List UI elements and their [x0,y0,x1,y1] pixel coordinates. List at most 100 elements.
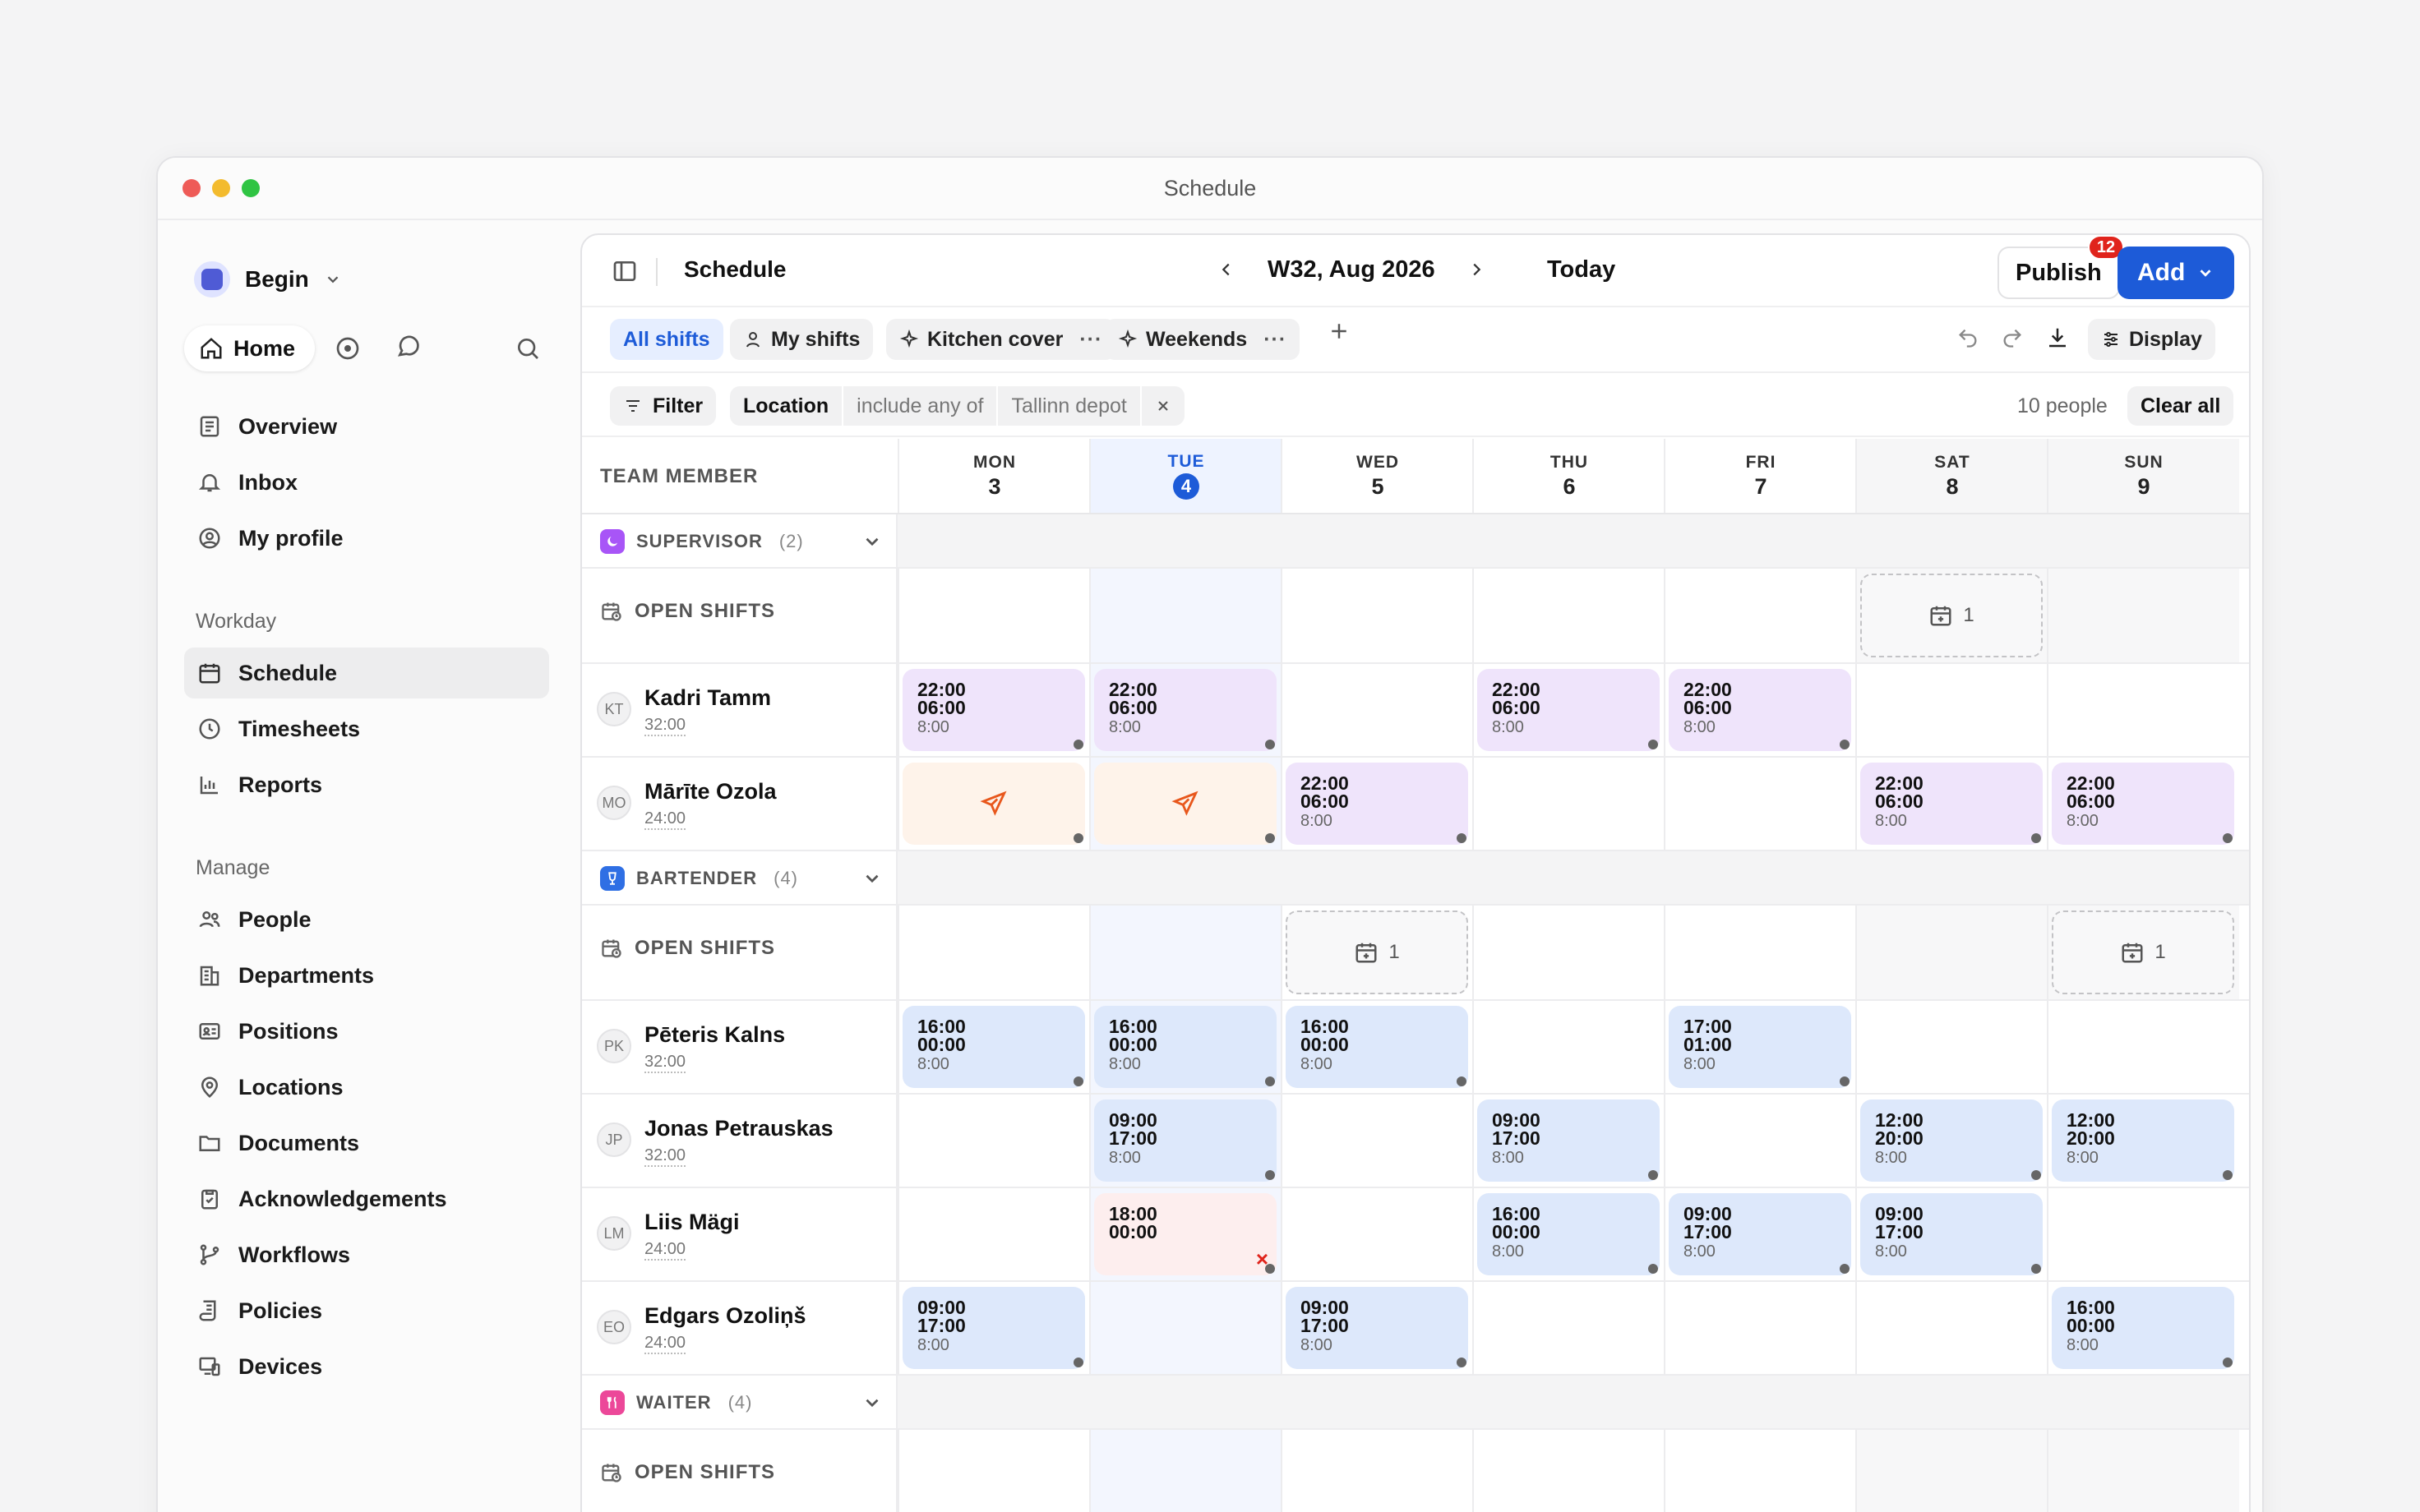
resize-handle[interactable] [1840,1076,1850,1086]
resize-handle[interactable] [1648,1264,1658,1274]
person-info[interactable]: EO Edgars Ozoliņš 24:00 [597,1303,806,1354]
undo-icon[interactable] [1956,326,1979,349]
resize-handle[interactable] [2223,1358,2233,1367]
resize-handle[interactable] [1265,833,1275,843]
shift-card[interactable]: 09:00 17:00 8:00 [1286,1287,1468,1369]
sidebar-item-timesheets[interactable]: Timesheets [184,703,549,754]
shift-card[interactable]: 16:00 00:00 8:00 [1286,1006,1468,1088]
sidebar-item-my-profile[interactable]: My profile [184,513,549,564]
shift-card[interactable]: 22:00 06:00 8:00 [1286,763,1468,845]
day-header-thu[interactable]: THU 6 [1472,439,1665,513]
shift-card[interactable]: 09:00 17:00 8:00 [1477,1099,1660,1182]
resize-handle[interactable] [2031,833,2041,843]
minimize-window-button[interactable] [212,179,230,197]
sidebar-item-departments[interactable]: Departments [184,950,549,1001]
filter-field[interactable]: Location [730,394,842,418]
sidebar-item-people[interactable]: People [184,894,549,945]
home-button[interactable]: Home [184,325,316,371]
resize-handle[interactable] [1265,740,1275,749]
tab-kitchen-more-icon[interactable]: ··· [1079,328,1102,352]
tab-my-shifts[interactable]: My shifts [730,319,874,360]
shift-card[interactable]: 12:00 20:00 8:00 [1860,1099,2043,1182]
chevron-down-icon[interactable] [861,868,883,889]
resize-handle[interactable] [1265,1076,1275,1086]
shift-card[interactable]: 22:00 06:00 8:00 [1477,669,1660,751]
resize-handle[interactable] [1457,1076,1466,1086]
download-icon[interactable] [2045,325,2070,350]
shift-card[interactable]: 22:00 06:00 8:00 [2052,763,2234,845]
shift-card[interactable]: 09:00 17:00 8:00 [1094,1099,1277,1182]
chevron-down-icon[interactable] [861,531,883,552]
chevron-down-icon[interactable] [861,1392,883,1413]
clear-all-button[interactable]: Clear all [2127,386,2234,426]
open-shift-slot[interactable]: 1 [2052,910,2234,994]
search-icon[interactable] [513,334,543,363]
resize-handle[interactable] [2031,1170,2041,1180]
maximize-window-button[interactable] [242,179,260,197]
add-button[interactable]: Add [2118,247,2235,299]
sidebar-item-positions[interactable]: Positions [184,1006,549,1057]
day-header-tue[interactable]: TUE 4 [1089,439,1282,513]
remove-filter-button[interactable] [1139,386,1185,426]
resize-handle[interactable] [2223,833,2233,843]
resize-handle[interactable] [1074,833,1083,843]
sidebar-item-schedule[interactable]: Schedule [184,648,549,698]
tab-kitchen-cover[interactable]: Kitchen cover ··· [886,319,1116,360]
filter-button[interactable]: Filter [610,386,717,426]
person-info[interactable]: MO Mārīte Ozola 24:00 [597,779,777,830]
location-filter-chip[interactable]: Location include any of Tallinn depot [730,386,1185,426]
resize-handle[interactable] [1648,1170,1658,1180]
leave-card[interactable] [903,763,1085,845]
day-header-sat[interactable]: SAT 8 [1855,439,2048,513]
person-info[interactable]: PK Pēteris Kalns 32:00 [597,1022,785,1073]
shift-card[interactable]: 22:00 06:00 8:00 [1669,669,1851,751]
sidebar-item-workflows[interactable]: Workflows [184,1229,549,1280]
shift-card[interactable]: 17:00 01:00 8:00 [1669,1006,1851,1088]
resize-handle[interactable] [1457,1358,1466,1367]
chat-icon[interactable] [394,334,423,363]
open-shift-slot[interactable]: 1 [1286,910,1468,994]
shift-card[interactable]: 22:00 06:00 8:00 [1094,669,1277,751]
resize-handle[interactable] [1265,1264,1275,1274]
shift-card[interactable]: 09:00 17:00 8:00 [1669,1193,1851,1275]
sidebar-item-locations[interactable]: Locations [184,1062,549,1113]
filter-operator[interactable]: include any of [842,386,996,426]
tab-weekends-more-icon[interactable]: ··· [1263,328,1286,352]
resize-handle[interactable] [1074,740,1083,749]
person-info[interactable]: LM Liis Mägi 24:00 [597,1210,740,1261]
sidebar-item-overview[interactable]: Overview [184,401,549,452]
sidebar-item-inbox[interactable]: Inbox [184,457,549,508]
today-button[interactable]: Today [1547,256,1615,284]
display-button[interactable]: Display [2088,319,2215,360]
shift-card[interactable]: 09:00 17:00 8:00 [1860,1193,2043,1275]
shift-card[interactable]: 16:00 00:00 8:00 [2052,1287,2234,1369]
shift-card[interactable]: 09:00 17:00 8:00 [903,1287,1085,1369]
sidebar-toggle-icon[interactable] [612,258,638,284]
sidebar-item-devices[interactable]: Devices [184,1341,549,1392]
shift-card[interactable]: 12:00 20:00 8:00 [2052,1099,2234,1182]
redo-icon[interactable] [2001,326,2024,349]
resize-handle[interactable] [1265,1170,1275,1180]
shift-card-rejected[interactable]: 18:00 00:00 × [1094,1193,1277,1275]
resize-handle[interactable] [1074,1358,1083,1367]
shift-card[interactable]: 16:00 00:00 8:00 [903,1006,1085,1088]
filter-value[interactable]: Tallinn depot [996,386,1139,426]
next-week-button[interactable] [1465,253,1488,286]
shift-card[interactable]: 16:00 00:00 8:00 [1477,1193,1660,1275]
day-header-sun[interactable]: SUN 9 [2047,439,2239,513]
resize-handle[interactable] [1074,1076,1083,1086]
shift-card[interactable]: 16:00 00:00 8:00 [1094,1006,1277,1088]
resize-handle[interactable] [1457,833,1466,843]
resize-handle[interactable] [1648,740,1658,749]
sidebar-item-reports[interactable]: Reports [184,759,549,810]
sidebar-item-acknowledgements[interactable]: Acknowledgements [184,1173,549,1224]
tab-all-shifts[interactable]: All shifts [610,319,723,360]
day-header-mon[interactable]: MON 3 [898,439,1090,513]
sidebar-item-documents[interactable]: Documents [184,1118,549,1169]
resize-handle[interactable] [2223,1170,2233,1180]
person-info[interactable]: JP Jonas Petrauskas 32:00 [597,1116,834,1167]
leave-card[interactable] [1094,763,1277,845]
activity-icon[interactable] [333,334,363,363]
sidebar-item-policies[interactable]: Policies [184,1285,549,1336]
resize-handle[interactable] [2031,1264,2041,1274]
